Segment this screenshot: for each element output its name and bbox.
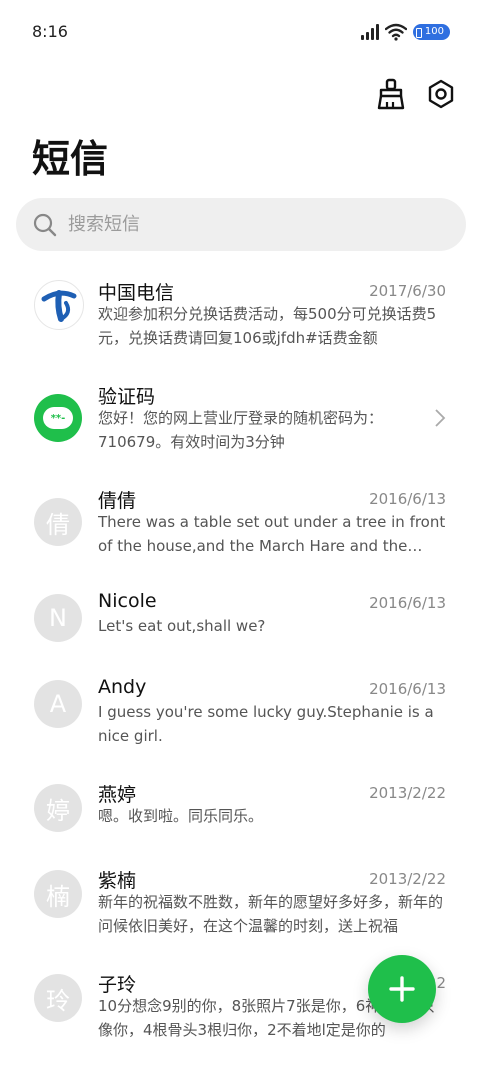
broom-icon (377, 78, 405, 110)
telecom-logo-icon (41, 290, 77, 322)
message-date: 2013/2/22 (369, 870, 446, 888)
contact-name: 紫楠 (98, 870, 137, 892)
avatar: 楠 (34, 870, 82, 918)
telecom-logo-avatar (34, 280, 84, 330)
conversation-row[interactable]: 倩 倩倩 2016/6/13 There was a table set out… (0, 470, 480, 570)
settings-hexagon-icon (428, 79, 454, 109)
avatar: 婷 (34, 784, 82, 832)
compose-button[interactable] (368, 955, 436, 1023)
conversation-row[interactable]: A Andy 2016/6/13 I guess you're some luc… (0, 670, 480, 770)
plus-icon (389, 976, 415, 1002)
contact-name: Nicole (98, 590, 157, 612)
message-preview: 您好！您的网上营业厅登录的随机密码为：710679。有效时间为3分钟 (98, 409, 384, 451)
avatar: N (34, 594, 82, 642)
conversation-row[interactable]: **- 验证码 您好！您的网上营业厅登录的随机密码为：710679。有效时间为3… (0, 366, 480, 466)
contact-name: 倩倩 (98, 490, 137, 512)
message-date: 2017/6/30 (369, 282, 446, 300)
avatar: 倩 (34, 498, 82, 546)
top-actions (376, 74, 456, 114)
message-date: 2016/6/13 (369, 594, 446, 612)
message-preview: 欢迎参加积分兑换话费活动，每500分可兑换话费5元，兑换话费请回复106或jfd… (98, 305, 437, 347)
page-title: 短信 (32, 137, 109, 181)
message-date: 2016/6/13 (369, 490, 446, 508)
status-bar: 8:16 100 (0, 0, 480, 64)
message-preview: Let's eat out,shall we? (98, 617, 266, 635)
avatar: 玲 (34, 974, 82, 1022)
signal-icon (360, 24, 379, 40)
contact-name: Andy (98, 676, 147, 698)
conversation-row[interactable]: 楠 紫楠 2013/2/22 新年的祝福数不胜数，新年的愿望好多好多，新年的问候… (0, 860, 480, 960)
message-preview: I guess you're some lucky guy.Stephanie … (98, 703, 434, 745)
message-code-icon: **- (43, 407, 73, 429)
status-icons: 100 (360, 20, 450, 44)
search-icon (33, 213, 57, 236)
status-time: 8:16 (32, 22, 68, 41)
clean-button[interactable] (376, 74, 406, 114)
contact-name: 燕婷 (98, 784, 137, 806)
chevron-right-icon (435, 409, 446, 427)
contact-name: 验证码 (98, 386, 156, 408)
search-bar[interactable] (16, 198, 466, 251)
message-preview: 新年的祝福数不胜数，新年的愿望好多好多，新年的问候依旧美好，在这个温馨的时刻，送… (98, 893, 444, 935)
contact-name: 子玲 (98, 974, 137, 996)
message-date: 2016/6/13 (369, 680, 446, 698)
settings-button[interactable] (426, 74, 456, 114)
search-input[interactable] (66, 213, 430, 236)
message-preview: There was a table set out under a tree i… (98, 513, 446, 555)
battery-indicator: 100 (412, 24, 450, 40)
conversation-row[interactable]: 中国电信 2017/6/30 欢迎参加积分兑换话费活动，每500分可兑换话费5元… (0, 262, 480, 362)
message-preview: 嗯。收到啦。同乐同乐。 (98, 807, 264, 825)
message-date: 2013/2/22 (369, 784, 446, 802)
avatar: A (34, 680, 82, 728)
verification-avatar: **- (34, 394, 82, 442)
conversation-row[interactable]: 婷 燕婷 2013/2/22 嗯。收到啦。同乐同乐。 (0, 774, 480, 874)
conversation-row[interactable]: N Nicole 2016/6/13 Let's eat out,shall w… (0, 584, 480, 684)
wifi-icon (384, 23, 407, 41)
contact-name: 中国电信 (98, 282, 175, 304)
